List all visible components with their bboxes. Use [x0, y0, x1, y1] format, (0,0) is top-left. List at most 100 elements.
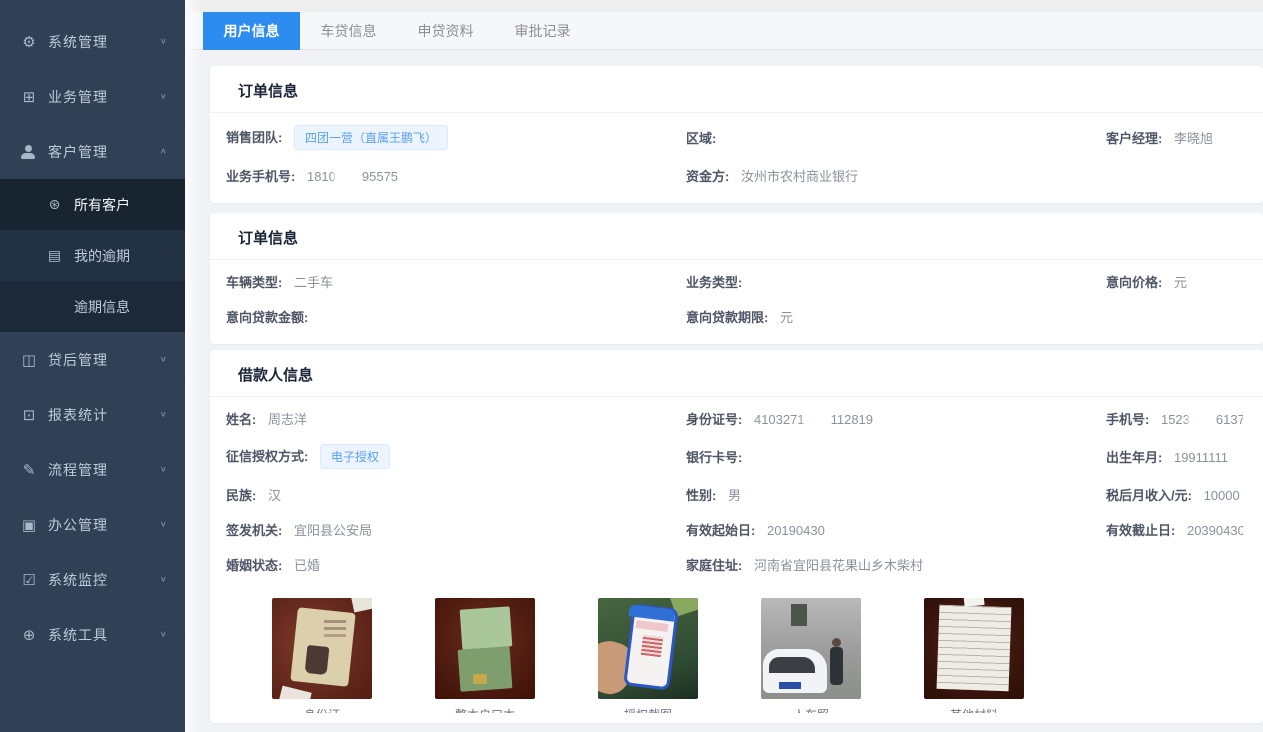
- income-value: 10000: [1204, 488, 1240, 503]
- chevron-down-icon: ∨: [160, 465, 167, 474]
- credit-auth-label: 征信授权方式:: [226, 449, 308, 464]
- gender-label: 性别:: [686, 488, 716, 503]
- valid-from-value: 20190430: [767, 523, 825, 538]
- other-document-photo[interactable]: [924, 598, 1024, 699]
- sidebar-item-label: 系统工具: [48, 625, 160, 645]
- tab-loan-application-docs[interactable]: 申贷资料: [397, 12, 494, 50]
- chevron-down-icon: ∨: [160, 520, 167, 529]
- marital-value: 已婚: [294, 558, 320, 573]
- sidebar-subitem-label: 逾期信息: [74, 297, 130, 317]
- open-book-icon: ◫: [21, 351, 37, 369]
- sidebar-subitem-all-customers[interactable]: ⊛ 所有客户: [0, 179, 185, 230]
- biz-type-label: 业务类型:: [686, 275, 742, 290]
- tab-content: 订单信息 销售团队: 四团一营（直属王鹏飞） 区域: 客户经理:: [185, 50, 1263, 723]
- chevron-down-icon: ∨: [160, 410, 167, 419]
- sidebar-item-label: 办公管理: [48, 515, 160, 535]
- valid-from-label: 有效起始日:: [686, 523, 755, 538]
- ethnic-value: 汉: [268, 488, 281, 503]
- photo-caption: 其他材料: [924, 699, 1024, 713]
- section-title: 订单信息: [210, 66, 1263, 113]
- id-card-photo[interactable]: [272, 598, 372, 699]
- sales-team-label: 销售团队:: [226, 130, 282, 145]
- sidebar-item-process-mgmt[interactable]: ✎ 流程管理 ∨: [0, 442, 185, 497]
- tab-approval-records[interactable]: 审批记录: [494, 12, 591, 50]
- issuer-value: 宜阳县公安局: [294, 523, 372, 538]
- sales-team-tag[interactable]: 四团一营（直属王鹏飞）: [294, 125, 448, 150]
- sidebar-item-label: 业务管理: [48, 87, 160, 107]
- photo-caption: 身份证: [272, 699, 372, 713]
- ethnic-label: 民族:: [226, 488, 256, 503]
- section-title: 订单信息: [210, 213, 1263, 260]
- photo-caption: 授权截图: [598, 699, 698, 713]
- region-label: 区域:: [686, 131, 716, 146]
- document-photo-row: [272, 598, 1243, 699]
- photo-caption-row: 身份证 整本户口本 授权截图 人车照 其他材料: [272, 699, 1243, 713]
- sidebar-item-label: 报表统计: [48, 405, 160, 425]
- toolbox-icon: ⊕: [21, 626, 37, 644]
- chevron-up-icon: ∧: [160, 147, 167, 156]
- intent-price-value: 元: [1174, 275, 1187, 290]
- household-register-photo[interactable]: [435, 598, 535, 699]
- biz-phone-label: 业务手机号:: [226, 169, 295, 184]
- wheel-icon: ⊛: [47, 196, 62, 213]
- sidebar-item-office-mgmt[interactable]: ▣ 办公管理 ∨: [0, 497, 185, 552]
- sidebar-item-label: 系统管理: [48, 32, 160, 52]
- intent-price-label: 意向价格:: [1106, 275, 1162, 290]
- income-label: 税后月收入/元:: [1106, 488, 1192, 503]
- monitor-check-icon: ☑: [21, 571, 37, 589]
- gender-value: 男: [728, 488, 741, 503]
- chevron-down-icon: ∨: [160, 575, 167, 584]
- sidebar-item-system-monitor[interactable]: ☑ 系统监控 ∨: [0, 552, 185, 607]
- name-value: 周志洋: [268, 412, 307, 427]
- address-label: 家庭住址:: [686, 558, 742, 573]
- address-value: 河南省宜阳县花果山乡木柴村: [754, 558, 923, 573]
- chevron-down-icon: ∨: [160, 92, 167, 101]
- auth-screenshot-photo[interactable]: [598, 598, 698, 699]
- sidebar: ⚙ 系统管理 ∨ ⊞ 业务管理 ∨ 客户管理 ∧ ⊛ 所有客户 ▤ 我的逾期 逾…: [0, 0, 185, 732]
- sidebar-subitem-my-overdue[interactable]: ▤ 我的逾期: [0, 230, 185, 281]
- birth-value: 19911111: [1174, 450, 1228, 465]
- sidebar-item-business-mgmt[interactable]: ⊞ 业务管理 ∨: [0, 69, 185, 124]
- photo-caption: 整本户口本: [435, 699, 535, 713]
- redaction-patch: [1190, 413, 1216, 426]
- photo-caption: 人车照: [761, 699, 861, 713]
- intent-loan-amount-label: 意向贷款金额:: [226, 310, 308, 325]
- borrower-info-card: 借款人信息 姓名: 周志洋 身份证号: 4103271112819 手机号:: [210, 350, 1263, 723]
- biz-phone-value: 181095575: [307, 169, 398, 184]
- birth-label: 出生年月:: [1106, 450, 1162, 465]
- vehicle-type-value: 二手车: [294, 275, 333, 290]
- funder-value: 汝州市农村商业银行: [741, 169, 858, 184]
- intent-loan-term-value: 元: [780, 310, 793, 325]
- marital-label: 婚姻状态:: [226, 558, 282, 573]
- manager-label: 客户经理:: [1106, 131, 1162, 146]
- sidebar-item-system-tools[interactable]: ⊕ 系统工具 ∨: [0, 607, 185, 662]
- sidebar-item-report-stats[interactable]: ⊡ 报表统计 ∨: [0, 387, 185, 442]
- sidebar-item-system-mgmt[interactable]: ⚙ 系统管理 ∨: [0, 14, 185, 69]
- chevron-down-icon: ∨: [160, 630, 167, 639]
- vehicle-type-label: 车辆类型:: [226, 275, 282, 290]
- grid-icon: ⊞: [21, 88, 37, 106]
- redaction-patch: [336, 170, 362, 183]
- sidebar-subitem-overdue-info[interactable]: 逾期信息: [0, 281, 185, 332]
- person-with-car-photo[interactable]: [761, 598, 861, 699]
- sidebar-item-postloan-mgmt[interactable]: ◫ 贷后管理 ∨: [0, 332, 185, 387]
- top-strip: [185, 0, 1263, 12]
- valid-to-label: 有效截止日:: [1106, 523, 1175, 538]
- gear-icon: ⚙: [21, 33, 37, 51]
- sidebar-item-label: 客户管理: [48, 142, 160, 162]
- pencil-doc-icon: ✎: [21, 461, 37, 479]
- issuer-label: 签发机关:: [226, 523, 282, 538]
- name-label: 姓名:: [226, 412, 256, 427]
- tab-car-loan-info[interactable]: 车贷信息: [300, 12, 397, 50]
- main-area: 用户信息 车贷信息 申贷资料 审批记录 订单信息 销售团队: 四团一营（直属王鹏…: [185, 0, 1263, 732]
- intent-loan-term-label: 意向贷款期限:: [686, 310, 768, 325]
- credit-auth-tag[interactable]: 电子授权: [320, 444, 390, 469]
- sidebar-item-customer-mgmt[interactable]: 客户管理 ∧: [0, 124, 185, 179]
- tab-user-info[interactable]: 用户信息: [203, 12, 300, 50]
- redaction-patch: [805, 413, 831, 426]
- sidebar-subitem-label: 所有客户: [74, 195, 130, 215]
- valid-to-value: 20390430: [1187, 523, 1243, 538]
- sidebar-subitem-label: 我的逾期: [74, 246, 130, 266]
- order-info-card-1: 订单信息 销售团队: 四团一营（直属王鹏飞） 区域: 客户经理:: [210, 66, 1263, 203]
- sidebar-item-label: 贷后管理: [48, 350, 160, 370]
